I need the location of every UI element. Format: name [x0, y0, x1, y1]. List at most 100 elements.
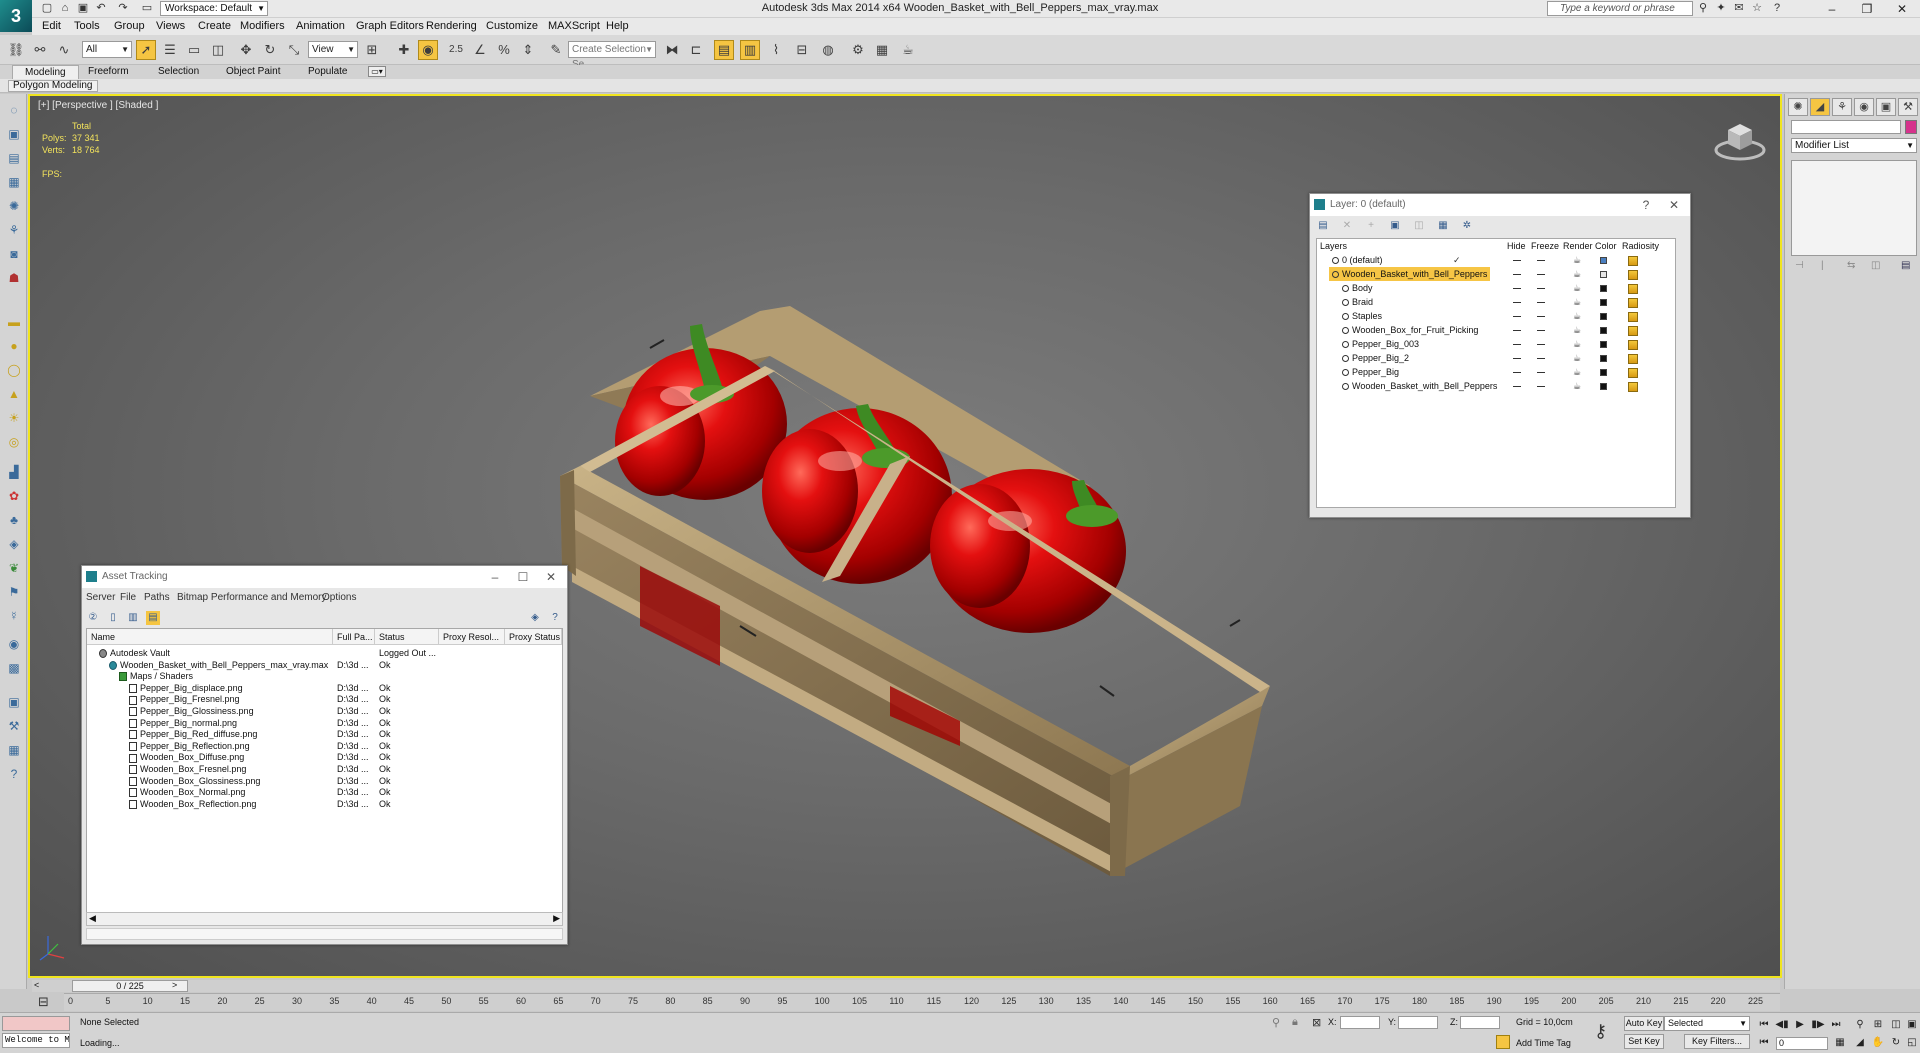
asset-menu-bitmap-performance[interactable]: Bitmap Performance and Memory — [177, 592, 327, 603]
freeze-toggle[interactable] — [1531, 253, 1551, 267]
undo-icon[interactable]: ↶ — [94, 2, 108, 15]
y-coordinate-field[interactable] — [1398, 1016, 1438, 1029]
minimize-icon[interactable]: – — [1820, 1, 1844, 17]
menu-help[interactable]: Help — [606, 20, 629, 32]
delete-layer-icon[interactable]: ✕ — [1340, 219, 1354, 233]
hide-toggle[interactable] — [1507, 295, 1527, 309]
time-prev-icon[interactable]: < — [34, 980, 39, 990]
time-next-icon[interactable]: > — [172, 980, 177, 990]
layer-row[interactable]: 0 (default) ✓ ☕ — [1317, 253, 1667, 267]
column-header-proxy-status[interactable]: Proxy Status — [505, 629, 562, 645]
column-header-layers[interactable]: Layers — [1320, 241, 1347, 251]
z-coordinate-field[interactable] — [1460, 1016, 1500, 1029]
redo-icon[interactable]: ↷ — [116, 2, 130, 15]
move-icon[interactable]: ✥ — [236, 40, 256, 60]
layer-name[interactable]: 0 (default) — [1329, 253, 1386, 267]
column-header-proxy-resolution[interactable]: Proxy Resol... — [439, 629, 505, 645]
rectangular-selection-icon[interactable]: ▭ — [184, 40, 204, 60]
display-tab-icon[interactable]: ▣ — [1876, 98, 1896, 116]
time-tag-icon[interactable] — [1496, 1035, 1510, 1049]
modifier-stack[interactable] — [1791, 160, 1917, 256]
freeze-all-icon[interactable]: ✲ — [1460, 219, 1474, 233]
menu-views[interactable]: Views — [156, 20, 185, 32]
hierarchy-tab-icon[interactable]: ⚘ — [1832, 98, 1852, 116]
grid-icon[interactable]: ▦ — [6, 174, 22, 190]
add-to-layer-icon[interactable]: + — [1364, 219, 1378, 233]
time-configuration-icon[interactable]: ▦ — [1832, 1036, 1848, 1050]
list-view-icon[interactable]: ▯ — [106, 611, 120, 625]
open-file-icon[interactable]: ⌂ — [58, 2, 72, 15]
time-slider-thumb[interactable]: 0 / 225 — [72, 980, 188, 992]
hide-toggle[interactable] — [1507, 309, 1527, 323]
render-teapot-icon[interactable]: ☕ — [1567, 295, 1587, 309]
object-name-field[interactable] — [1791, 120, 1901, 134]
render-teapot-icon[interactable]: ☕ — [1567, 351, 1587, 365]
hierarchy-icon[interactable]: ⚘ — [6, 222, 22, 238]
set-key-mode-icon[interactable]: ⚷ — [1594, 1021, 1607, 1042]
ribbon-tab-object-paint[interactable]: Object Paint — [214, 65, 292, 79]
app-logo[interactable]: 3 — [0, 0, 32, 32]
x-coordinate-field[interactable] — [1340, 1016, 1380, 1029]
layer-color-cell[interactable] — [1593, 337, 1613, 351]
asset-tracking-window[interactable]: Asset Tracking – ☐ ✕ Server File Paths B… — [81, 565, 568, 945]
key-mode-toggle-icon[interactable]: ⏮ — [1756, 1036, 1772, 1050]
help-icon[interactable]: ? — [1632, 194, 1660, 216]
layer-row[interactable]: Pepper_Big_003 ☕ — [1317, 337, 1667, 351]
current-frame-field[interactable]: 0 — [1776, 1037, 1828, 1050]
tree-icon[interactable]: ♣ — [6, 512, 22, 528]
layer-color-cell[interactable] — [1593, 365, 1613, 379]
layer-row[interactable]: Wooden_Basket_with_Bell_Peppers ☕ — [1317, 267, 1667, 281]
viewport-label[interactable]: [+] [Perspective ] [Shaded ] — [38, 100, 158, 111]
keyboard-shortcut-override-icon[interactable]: ◉ — [418, 40, 438, 60]
helper-icon[interactable]: ◈ — [6, 536, 22, 552]
ribbon-tab-selection[interactable]: Selection — [146, 65, 211, 79]
menu-tools[interactable]: Tools — [74, 20, 100, 32]
layer-row[interactable]: Braid ☕ — [1317, 295, 1667, 309]
freeze-toggle[interactable] — [1531, 323, 1551, 337]
schematic-view-icon[interactable]: ⊟ — [792, 40, 812, 60]
column-header-render[interactable]: Render — [1563, 241, 1593, 251]
details-view-icon[interactable]: ▤ — [146, 611, 160, 625]
render-teapot-icon[interactable]: ☕ — [1567, 323, 1587, 337]
restore-icon[interactable]: ❐ — [1855, 1, 1879, 17]
mirror-icon[interactable]: ⧓ — [662, 40, 682, 60]
layer-name[interactable]: Wooden_Basket_with_Bell_Peppers — [1339, 379, 1500, 393]
column-header-radiosity[interactable]: Radiosity — [1622, 241, 1659, 251]
layer-row[interactable]: Staples ☕ — [1317, 309, 1667, 323]
scroll-right-icon[interactable]: ▶ — [553, 913, 560, 924]
particles-icon[interactable]: ✿ — [6, 488, 22, 504]
layer-row[interactable]: Pepper_Big ☕ — [1317, 365, 1667, 379]
menu-animation[interactable]: Animation — [296, 20, 345, 32]
ribbon-tab-populate[interactable]: Populate — [296, 65, 359, 79]
column-header-freeze[interactable]: Freeze — [1531, 241, 1559, 251]
maximize-icon[interactable]: ☐ — [509, 566, 537, 588]
play-icon[interactable]: ▶ — [1792, 1018, 1808, 1032]
column-header-color[interactable]: Color — [1595, 241, 1617, 251]
align-icon[interactable]: ⊏ — [686, 40, 706, 60]
make-unique-icon[interactable]: ⇆ — [1847, 260, 1855, 271]
favorites-star-icon[interactable]: ☆ — [1750, 2, 1764, 15]
menu-customize[interactable]: Customize — [486, 20, 538, 32]
globe-icon[interactable]: ◉ — [6, 636, 22, 652]
selection-filter-dropdown[interactable]: All ▼ — [82, 41, 132, 58]
calculator-icon[interactable]: ▩ — [6, 660, 22, 676]
mini-curve-editor-icon[interactable]: ⊟ — [38, 994, 49, 1010]
container-icon[interactable]: ▣ — [6, 126, 22, 142]
track-bar[interactable]: 0 5 10 15 20 25 30 35 40 45 50 55 60 65 70 75 80 85 90 95 10… — [64, 993, 1780, 1011]
create-tab-icon[interactable]: ✺ — [1788, 98, 1808, 116]
field-of-view-icon[interactable]: ◢ — [1852, 1036, 1868, 1050]
add-time-tag[interactable]: Add Time Tag — [1516, 1038, 1571, 1048]
menu-graph-editors[interactable]: Graph Editors — [356, 20, 424, 32]
configure-sets-icon[interactable]: ▤ — [1901, 260, 1910, 271]
column-header-name[interactable]: Name — [87, 629, 333, 645]
sun-icon[interactable]: ☀ — [6, 410, 22, 426]
radiosity-cell[interactable] — [1623, 365, 1643, 379]
ribbon-options-icon[interactable]: ▭▾ — [368, 66, 386, 77]
radiosity-cell[interactable] — [1623, 379, 1643, 393]
freeze-toggle[interactable] — [1531, 379, 1551, 393]
maxscript-listener-field[interactable] — [2, 1016, 70, 1031]
polygon-modeling-label[interactable]: Polygon Modeling — [8, 80, 98, 92]
horizontal-scrollbar[interactable]: ◀ ▶ — [86, 912, 563, 926]
zoom-extents-icon[interactable]: ◫ — [1888, 1018, 1904, 1032]
freeze-toggle[interactable] — [1531, 337, 1551, 351]
